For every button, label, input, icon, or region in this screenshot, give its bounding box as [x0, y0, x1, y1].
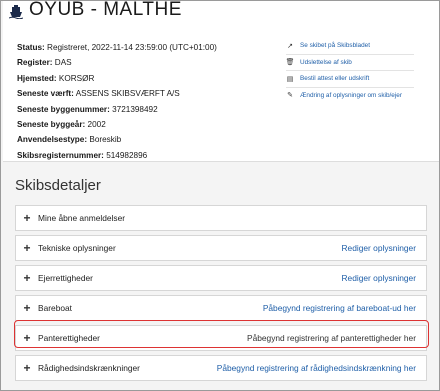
- action-bestil-attest[interactable]: ▤ Bestil attest eller udskrift: [286, 71, 414, 88]
- pencil-icon: ✎: [287, 92, 293, 100]
- detail-register: Register: DAS: [17, 58, 72, 68]
- accordion-row-bareboat[interactable]: + Bareboat Påbegynd registrering af bare…: [15, 295, 427, 321]
- external-link-icon: ↗: [287, 42, 293, 50]
- rediger-link[interactable]: Rediger oplysninger: [342, 273, 427, 283]
- action-aendring[interactable]: ✎ Ændring af oplysninger om skib/ejer: [286, 88, 414, 104]
- ship-summary-card: OYUB - MALTHE Status: Registreret, 2022-…: [3, 0, 439, 163]
- detail-hjemsted: Hjemsted: KORSØR: [17, 73, 95, 83]
- detail-accordion: + Mine åbne anmeldelser + Tekniske oplys…: [15, 205, 427, 385]
- plus-icon[interactable]: +: [16, 332, 38, 344]
- action-udslettelse[interactable]: 🗑 Udslettelse af skib: [285, 55, 414, 71]
- row-label: Tekniske oplysninger: [38, 243, 116, 253]
- ship-icon: [9, 5, 23, 19]
- rediger-link[interactable]: Rediger oplysninger: [342, 243, 427, 253]
- detail-byggenummer: Seneste byggenummer: 3721398492: [17, 104, 158, 114]
- plus-icon[interactable]: +: [16, 362, 38, 374]
- plus-icon[interactable]: +: [16, 302, 38, 314]
- accordion-row-ejerrettigheder[interactable]: + Ejerrettigheder Rediger oplysninger: [15, 265, 427, 291]
- accordion-row-panterettigheder[interactable]: + Panterettigheder Påbegynd registrering…: [15, 325, 427, 351]
- plus-icon[interactable]: +: [16, 212, 38, 224]
- accordion-row-anmeldelser[interactable]: + Mine åbne anmeldelser: [15, 205, 427, 231]
- ship-details: Status: Registreret, 2022-11-14 23:59:00…: [17, 40, 217, 163]
- detail-skibsregisternummer: Skibsregisternummer: 514982896: [17, 150, 148, 160]
- accordion-row-tekniske[interactable]: + Tekniske oplysninger Rediger oplysning…: [15, 235, 427, 261]
- plus-icon[interactable]: +: [16, 242, 38, 254]
- plus-icon[interactable]: +: [16, 272, 38, 284]
- trash-icon: 🗑: [285, 59, 295, 67]
- action-se-skibsbladet[interactable]: ↗ Se skibet på Skibsbladet: [286, 38, 414, 55]
- registrering-link[interactable]: Påbegynd registrering af rådighedsindskr…: [217, 363, 426, 373]
- row-label: Panterettigheder: [38, 333, 100, 343]
- row-label: Bareboat: [38, 303, 72, 313]
- row-label: Mine åbne anmeldelser: [38, 213, 126, 223]
- page-title: OYUB - MALTHE: [29, 0, 182, 20]
- registrering-link[interactable]: Påbegynd registrering af panterettighede…: [247, 333, 426, 343]
- detail-byggeaar: Seneste byggeår: 2002: [17, 120, 106, 130]
- document-icon: ▤: [286, 75, 294, 83]
- row-label: Ejerrettigheder: [38, 273, 93, 283]
- registrering-link[interactable]: Påbegynd registrering af bareboat-ud her: [263, 303, 426, 313]
- section-title: Skibsdetaljer: [15, 177, 101, 194]
- row-label: Rådighedsindskrænkninger: [38, 363, 140, 373]
- page-frame: OYUB - MALTHE Status: Registreret, 2022-…: [0, 0, 440, 391]
- detail-anvendelsestype: Anvendelsestype: Boreskib: [17, 135, 122, 145]
- actions-list: ↗ Se skibet på Skibsbladet 🗑 Udslettelse…: [286, 38, 414, 103]
- detail-status: Status: Registreret, 2022-11-14 23:59:00…: [17, 43, 217, 52]
- accordion-row-raadighed[interactable]: + Rådighedsindskrænkninger Påbegynd regi…: [15, 355, 427, 381]
- detail-vaerft: Seneste værft: ASSENS SKIBSVÆRFT A/S: [17, 89, 180, 99]
